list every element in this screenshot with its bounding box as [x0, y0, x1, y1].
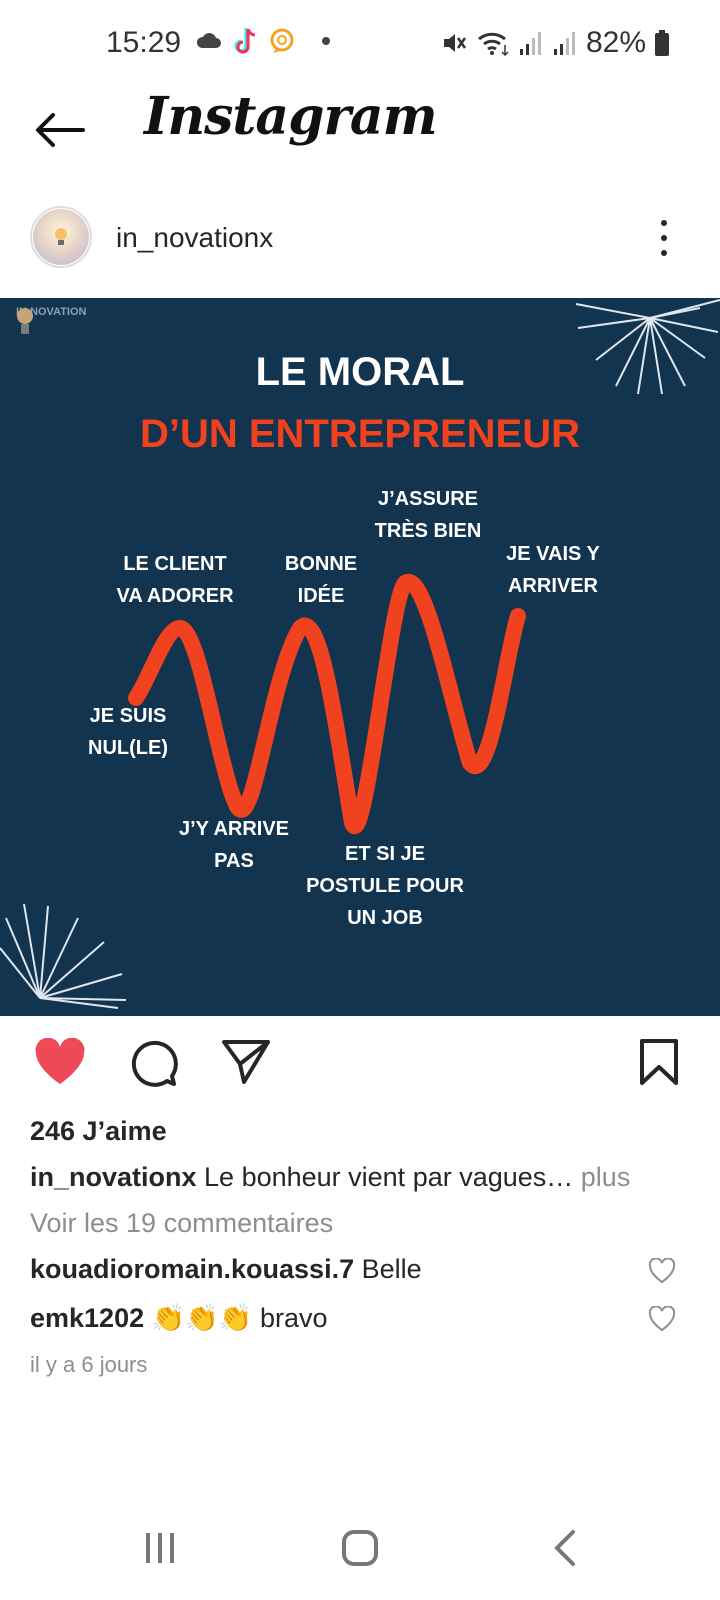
chat-bubble-icon	[270, 28, 294, 53]
post-caption: in_novationx Le bonheur vient par vagues…	[30, 1162, 630, 1193]
more-dot-icon	[661, 220, 667, 226]
lightbulb-icon	[55, 228, 67, 245]
image-title-line1: LE MORAL	[255, 350, 465, 394]
wave-label-bonne-idee: BONNE IDÉE	[284, 553, 358, 607]
image-title-line2: D’UN ENTREPRENEUR	[139, 412, 581, 456]
caption-more-link[interactable]: plus	[573, 1162, 631, 1192]
wave-label-arrive-pas: J’Y ARRIVE PAS	[178, 818, 290, 872]
avatar-logo	[33, 209, 89, 265]
mood-wave-line	[128, 573, 526, 835]
caption-username[interactable]: in_novationx	[30, 1162, 197, 1192]
dot-icon	[322, 37, 330, 45]
post-header: in_novationx	[0, 198, 720, 298]
signal-icon	[553, 32, 575, 55]
tiktok-icon	[234, 28, 256, 54]
brand-logo: IN NOVATION	[16, 306, 86, 334]
comment-text: Belle	[354, 1254, 422, 1284]
status-time: 15:29	[106, 26, 182, 59]
comment-text: 👏👏👏 bravo	[144, 1303, 328, 1333]
comment-like-heart-icon[interactable]	[648, 1258, 676, 1284]
post-image[interactable]: IN NOVATION LE MORAL D’UN ENTREPRENEUR J…	[0, 298, 720, 1016]
app-logo-title: Instagram	[144, 86, 438, 147]
mute-icon	[443, 34, 466, 52]
view-all-comments-link[interactable]: Voir les 19 commentaires	[30, 1208, 333, 1239]
comment-item: emk1202 👏👏👏 bravo	[30, 1302, 328, 1334]
back-chevron-icon	[554, 1530, 575, 1566]
back-nav-button[interactable]	[534, 1526, 594, 1570]
wave-label-client: LE CLIENT VA ADORER	[116, 553, 234, 607]
cloud-icon	[196, 33, 221, 48]
wave-label-nul: JE SUIS NUL(LE)	[88, 705, 168, 759]
system-nav-bar	[0, 1500, 720, 1600]
more-dot-icon	[661, 235, 667, 241]
comment-icon[interactable]	[128, 1038, 178, 1088]
home-button[interactable]	[330, 1526, 390, 1570]
share-send-icon[interactable]	[220, 1038, 272, 1086]
like-heart-icon[interactable]	[34, 1038, 86, 1086]
post-timestamp: il y a 6 jours	[30, 1352, 148, 1377]
lightbulb-icon	[17, 308, 33, 334]
comment-like-heart-icon[interactable]	[648, 1306, 676, 1332]
starburst-decoration-bottom	[0, 903, 127, 1009]
post-action-bar	[0, 1016, 720, 1116]
caption-text: Le bonheur vient par vagues…	[196, 1162, 574, 1192]
avatar[interactable]	[30, 206, 92, 268]
more-options-button[interactable]	[652, 218, 676, 258]
battery-icon	[655, 30, 669, 56]
home-icon	[342, 1530, 378, 1566]
wave-label-assure: J’ASSURE TRÈS BIEN	[374, 488, 482, 542]
wifi-icon	[477, 32, 509, 57]
save-bookmark-icon[interactable]	[638, 1038, 680, 1086]
signal-icon	[519, 32, 541, 55]
comment-username[interactable]: emk1202	[30, 1303, 144, 1333]
comment-username[interactable]: kouadioromain.kouassi.7	[30, 1254, 354, 1284]
comment-item: kouadioromain.kouassi.7 Belle	[30, 1254, 422, 1285]
post-username[interactable]: in_novationx	[116, 222, 273, 254]
wave-label-vais-arriver: JE VAIS Y ARRIVER	[506, 543, 600, 597]
back-arrow-icon	[36, 113, 85, 147]
likes-count[interactable]: 246 J’aime	[30, 1116, 167, 1147]
recent-apps-icon	[146, 1533, 174, 1563]
battery-percentage: 82%	[585, 26, 646, 59]
wave-label-postule: ET SI JE POSTULE POUR UN JOB	[306, 843, 464, 929]
status-bar: 15:29 82%	[0, 0, 720, 86]
back-button[interactable]	[28, 102, 92, 158]
more-dot-icon	[661, 250, 667, 256]
recent-apps-button[interactable]	[130, 1526, 190, 1570]
app-header: Instagram	[0, 86, 720, 176]
